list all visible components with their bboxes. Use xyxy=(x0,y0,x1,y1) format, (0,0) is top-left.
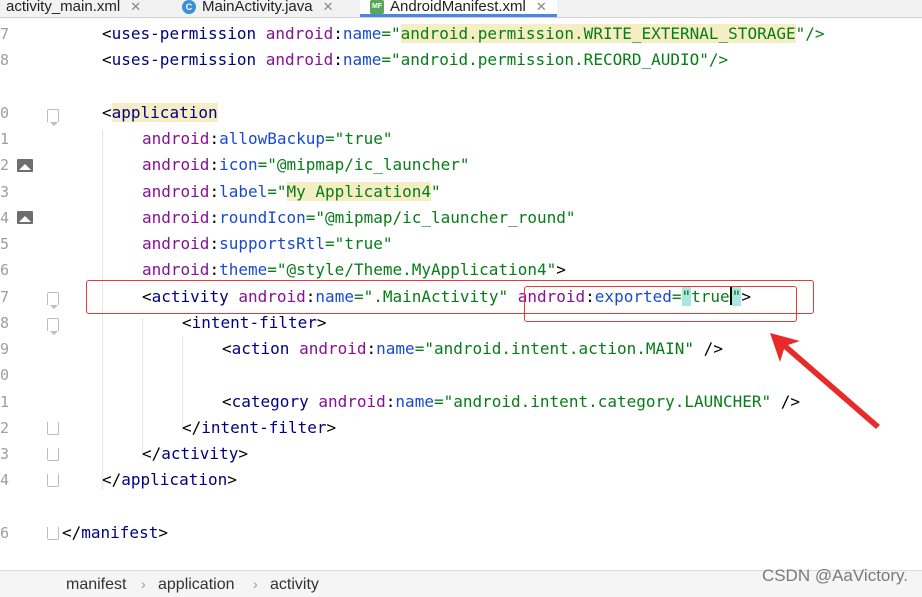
annotation-arrow-icon xyxy=(770,333,880,429)
chevron-right-icon: › xyxy=(141,576,146,592)
breadcrumb-item-application[interactable]: application xyxy=(158,576,235,594)
watermark: CSDN @AaVictory. xyxy=(761,566,908,585)
chevron-right-icon: › xyxy=(253,576,258,592)
breadcrumb-item-activity[interactable]: activity xyxy=(270,576,319,594)
breadcrumb-item-manifest[interactable]: manifest xyxy=(66,576,126,594)
